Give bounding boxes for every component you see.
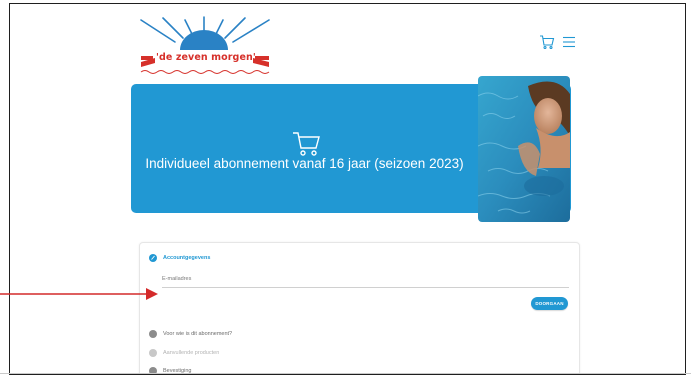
menu-icon[interactable] bbox=[561, 34, 577, 50]
sun-rays-graphic bbox=[140, 16, 270, 74]
swimmer-photo bbox=[478, 76, 570, 222]
cart-icon bbox=[293, 132, 320, 156]
step-label: Aanvullende producten bbox=[163, 350, 220, 356]
step-label: Voor wie is dit abonnement? bbox=[163, 331, 233, 337]
page-frame: 'de zeven morgen' Individueel abonnement… bbox=[9, 3, 686, 375]
page-bottom-divider bbox=[0, 373, 691, 374]
edit-icon bbox=[151, 255, 155, 260]
product-title: Individueel abonnement vanaf 16 jaar (se… bbox=[145, 156, 464, 171]
header-actions bbox=[539, 34, 577, 50]
step-additional-products: Aanvullende producten bbox=[149, 349, 219, 357]
email-field-underline bbox=[162, 287, 569, 288]
cart-icon[interactable] bbox=[539, 34, 555, 50]
step-status-icon bbox=[149, 330, 157, 338]
site-logo[interactable]: 'de zeven morgen' bbox=[135, 16, 277, 76]
annotation-arrow-icon bbox=[0, 288, 158, 300]
step-status-icon bbox=[149, 349, 157, 357]
checkout-form-card: Accountgegevens E-mailadres DOORGAAN Voo… bbox=[139, 242, 580, 374]
step-label: Accountgegevens bbox=[163, 255, 211, 261]
next-button[interactable]: DOORGAAN bbox=[531, 297, 568, 310]
step-status-icon bbox=[149, 254, 157, 262]
step-account-details[interactable]: Accountgegevens bbox=[149, 254, 210, 262]
logo-text: 'de zeven morgen' bbox=[156, 52, 256, 63]
email-field[interactable]: E-mailadres bbox=[162, 276, 191, 282]
step-recipient[interactable]: Voor wie is dit abonnement? bbox=[149, 330, 232, 338]
